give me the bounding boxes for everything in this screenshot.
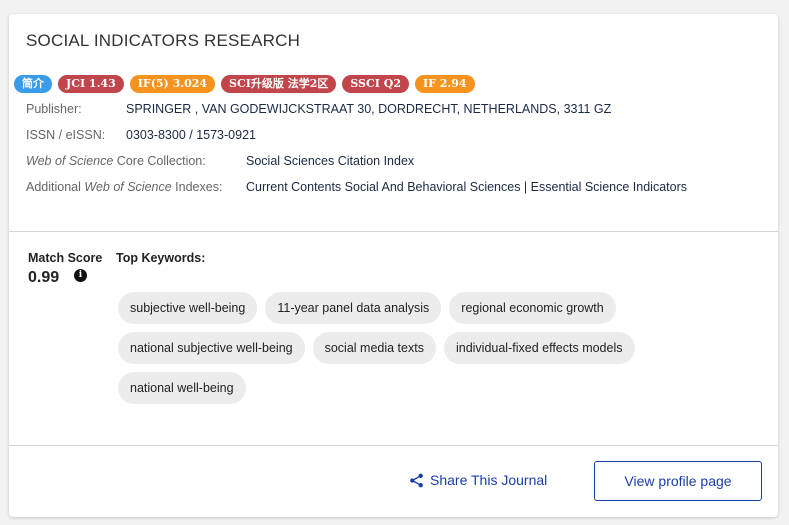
match-score-label: Match Score [28, 251, 103, 265]
issn-value: 0303-8300 / 1573-0921 [126, 128, 256, 142]
keyword-row: national well-being [118, 372, 718, 404]
keyword-chip[interactable]: 11-year panel data analysis [265, 292, 442, 324]
keyword-chip[interactable]: national subjective well-being [118, 332, 305, 364]
keyword-chip[interactable]: regional economic growth [449, 292, 616, 324]
badge-if: IF 2.94 [414, 75, 475, 93]
journal-card: SOCIAL INDICATORS RESEARCH 简介 JCI 1.43 I… [9, 14, 778, 517]
top-keywords-label: Top Keywords: [116, 251, 206, 265]
divider [9, 231, 778, 232]
keyword-chip[interactable]: social media texts [312, 332, 436, 364]
publisher-value: SPRINGER , VAN GODEWIJCKSTRAAT 30, DORDR… [126, 102, 612, 116]
divider [9, 445, 778, 446]
keyword-chips: subjective well-being 11-year panel data… [118, 292, 718, 412]
keyword-chip[interactable]: individual-fixed effects models [443, 332, 635, 364]
publisher-label: Publisher: [26, 102, 82, 116]
view-profile-button[interactable]: View profile page [594, 461, 762, 501]
badge-ssci: SSCI Q2 [342, 75, 409, 93]
share-label: Share This Journal [430, 472, 548, 488]
keyword-row: subjective well-being 11-year panel data… [118, 292, 718, 324]
issn-label: ISSN / eISSN: [26, 128, 106, 142]
keyword-chip[interactable]: subjective well-being [118, 292, 258, 324]
badge-if5: IF(5) 3.024 [129, 75, 216, 93]
badge-sci-upgrade: SCI升级版 法学2区 [221, 75, 337, 93]
badge-jci: JCI 1.43 [58, 75, 124, 93]
match-score-value: 0.99 [28, 269, 60, 286]
journal-title: SOCIAL INDICATORS RESEARCH [26, 31, 301, 50]
badge-list: 简介 JCI 1.43 IF(5) 3.024 SCI升级版 法学2区 SSCI… [14, 75, 475, 93]
wos-label: Web of Science Core Collection: [26, 154, 206, 168]
wos-value: Social Sciences Citation Index [246, 154, 415, 168]
share-icon [409, 473, 424, 488]
keyword-chip[interactable]: national well-being [118, 372, 246, 404]
additional-indexes-value: Current Contents Social And Behavioral S… [246, 180, 687, 194]
badge-intro[interactable]: 简介 [14, 75, 52, 93]
info-icon[interactable]: i [74, 269, 87, 282]
keyword-row: national subjective well-being social me… [118, 332, 718, 364]
share-journal-link[interactable]: Share This Journal [409, 472, 547, 488]
additional-indexes-label: Additional Web of Science Indexes: [26, 180, 223, 194]
